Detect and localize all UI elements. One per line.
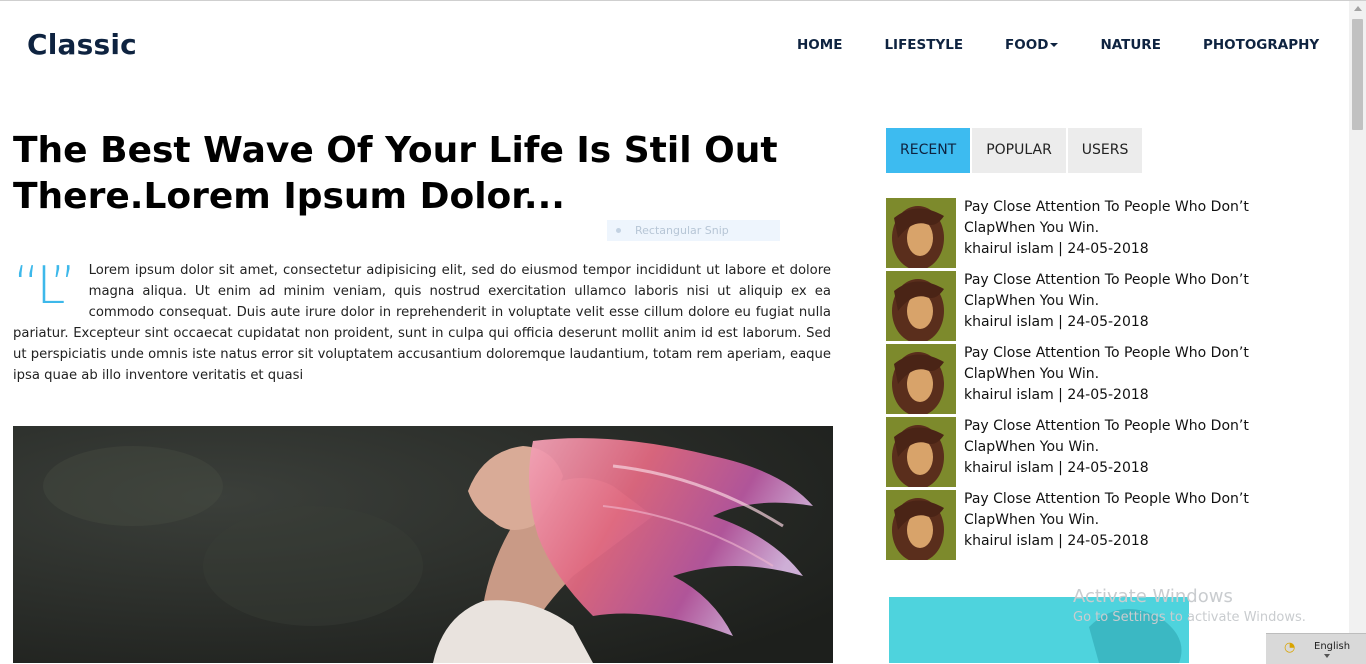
post-meta: khairul islam | 24-05-2018 [964,314,1149,330]
post-text: Pay Close Attention To People Who Don’t … [964,416,1318,479]
article-title: The Best Wave Of Your Life Is Stil Out T… [13,130,778,217]
post-title[interactable]: Pay Close Attention To People Who Don’t … [964,489,1318,531]
thumbnail-portrait [886,344,956,414]
main-nav: HOME LIFESTYLE FOOD NATURE PHOTOGRAPHY [797,37,1319,53]
thumbnail-portrait [886,271,956,341]
snip-dot-icon [616,228,621,233]
intro-text: Lorem ipsum dolor sit amet, consectetur … [13,263,831,383]
post-meta: khairul islam | 24-05-2018 [964,387,1149,403]
post-thumbnail[interactable] [886,417,956,487]
post-title[interactable]: Pay Close Attention To People Who Don’t … [964,343,1318,385]
post-text: Pay Close Attention To People Who Don’t … [964,343,1318,406]
post-meta: khairul islam | 24-05-2018 [964,460,1149,476]
post-thumbnail[interactable] [886,344,956,414]
list-item[interactable]: Pay Close Attention To People Who Don’t … [886,343,1326,416]
post-thumbnail[interactable] [886,198,956,268]
tab-popular[interactable]: POPULAR [972,128,1066,173]
caret-down-icon [1050,43,1059,47]
scroll-up-arrow-icon[interactable] [1354,6,1362,11]
post-thumbnail[interactable] [886,271,956,341]
post-meta: khairul islam | 24-05-2018 [964,241,1149,257]
scrollbar-thumb[interactable] [1352,19,1363,130]
watermark-subtitle: Go to Settings to activate Windows. [1073,610,1306,625]
keyboard-language-icon: ◔ [1284,640,1296,655]
recent-post-list: Pay Close Attention To People Who Don’t … [886,197,1326,562]
window-top-border [0,0,1366,1]
snip-label: Rectangular Snip [635,224,729,237]
post-text: Pay Close Attention To People Who Don’t … [964,489,1318,552]
tab-recent[interactable]: RECENT [886,128,971,173]
post-title[interactable]: Pay Close Attention To People Who Don’t … [964,197,1318,239]
post-meta: khairul islam | 24-05-2018 [964,533,1149,549]
site-logo[interactable]: Classic [27,28,137,61]
hero-image [13,426,833,663]
post-text: Pay Close Attention To People Who Don’t … [964,270,1318,333]
nav-food[interactable]: FOOD [1005,37,1059,53]
thumbnail-portrait [886,417,956,487]
language-label: English [1314,641,1351,652]
thumbnail-portrait [886,490,956,560]
nav-nature[interactable]: NATURE [1100,37,1161,53]
snip-tooltip: Rectangular Snip [607,220,780,241]
post-title[interactable]: Pay Close Attention To People Who Don’t … [964,270,1318,312]
list-item[interactable]: Pay Close Attention To People Who Don’t … [886,489,1326,562]
post-title[interactable]: Pay Close Attention To People Who Don’t … [964,416,1318,458]
dropcap-quote: “L” [13,256,77,316]
list-item[interactable]: Pay Close Attention To People Who Don’t … [886,197,1326,270]
chevron-down-icon [1324,654,1330,658]
hero-photo-woman-hair [13,426,833,663]
post-thumbnail[interactable] [886,490,956,560]
list-item[interactable]: Pay Close Attention To People Who Don’t … [886,416,1326,489]
watermark-title: Activate Windows [1073,586,1233,607]
language-indicator[interactable]: ◔ English [1266,633,1366,664]
vertical-scrollbar[interactable] [1349,1,1366,663]
article-intro: “L” Lorem ipsum dolor sit amet, consectet… [13,260,831,386]
nav-home[interactable]: HOME [797,37,842,53]
thumbnail-portrait [886,198,956,268]
windows-activation-watermark: Activate Windows Go to Settings to activ… [1073,586,1306,625]
post-text: Pay Close Attention To People Who Don’t … [964,197,1318,260]
nav-lifestyle[interactable]: LIFESTYLE [884,37,963,53]
nav-photography[interactable]: PHOTOGRAPHY [1203,37,1319,53]
nav-food-label: FOOD [1005,37,1049,53]
tab-users[interactable]: USERS [1067,128,1143,173]
sidebar-tabs: RECENT POPULAR USERS [886,128,1144,173]
list-item[interactable]: Pay Close Attention To People Who Don’t … [886,270,1326,343]
